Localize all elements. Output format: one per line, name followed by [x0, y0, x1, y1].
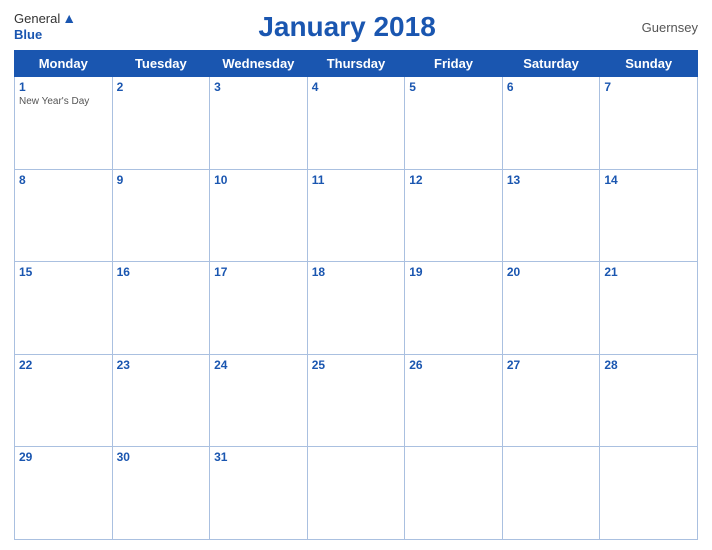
calendar-day-cell: 25 — [307, 354, 405, 447]
weekday-monday: Monday — [15, 51, 113, 77]
day-number: 7 — [604, 80, 693, 94]
calendar-week-row: 89 10 11 12 13 14 — [15, 169, 698, 262]
calendar-day-cell — [307, 447, 405, 540]
calendar-week-row: 1 New Year's Day 234567 — [15, 77, 698, 170]
calendar-week-row: 29 30 31 — [15, 447, 698, 540]
weekday-friday: Friday — [405, 51, 503, 77]
calendar-day-cell: 10 — [210, 169, 308, 262]
calendar-header-row: Monday Tuesday Wednesday Thursday Friday… — [15, 51, 698, 77]
region-label: Guernsey — [618, 20, 698, 35]
calendar-day-cell: 17 — [210, 262, 308, 355]
calendar-day-cell: 7 — [600, 77, 698, 170]
day-number: 22 — [19, 358, 108, 372]
day-number: 17 — [214, 265, 303, 279]
day-number: 24 — [214, 358, 303, 372]
calendar-day-cell: 8 — [15, 169, 113, 262]
day-number: 14 — [604, 173, 693, 187]
weekday-wednesday: Wednesday — [210, 51, 308, 77]
day-number: 28 — [604, 358, 693, 372]
calendar-day-cell — [502, 447, 600, 540]
day-number: 6 — [507, 80, 596, 94]
calendar-title: January 2018 — [76, 11, 618, 43]
calendar-day-cell: 12 — [405, 169, 503, 262]
day-number: 3 — [214, 80, 303, 94]
calendar-day-cell: 6 — [502, 77, 600, 170]
calendar-day-cell — [405, 447, 503, 540]
day-number: 12 — [409, 173, 498, 187]
logo-text: General ▲ — [14, 10, 76, 26]
day-number: 4 — [312, 80, 401, 94]
calendar-day-cell: 21 — [600, 262, 698, 355]
day-number: 26 — [409, 358, 498, 372]
day-number: 11 — [312, 173, 401, 187]
calendar-day-cell: 26 — [405, 354, 503, 447]
calendar-day-cell: 11 — [307, 169, 405, 262]
weekday-saturday: Saturday — [502, 51, 600, 77]
calendar-day-cell: 3 — [210, 77, 308, 170]
logo-blue: Blue — [14, 27, 42, 42]
day-number: 15 — [19, 265, 108, 279]
day-number: 16 — [117, 265, 206, 279]
calendar-header: General ▲ Blue January 2018 Guernsey — [14, 10, 698, 44]
calendar-week-row: 15 16 17 18 19 20 21 — [15, 262, 698, 355]
day-number: 31 — [214, 450, 303, 464]
calendar-day-cell: 15 — [15, 262, 113, 355]
weekday-tuesday: Tuesday — [112, 51, 210, 77]
calendar-day-cell: 22 — [15, 354, 113, 447]
day-event: New Year's Day — [19, 96, 108, 107]
calendar-day-cell: 4 — [307, 77, 405, 170]
day-number: 19 — [409, 265, 498, 279]
logo-blue-line: Blue — [14, 26, 42, 44]
weekday-row: Monday Tuesday Wednesday Thursday Friday… — [15, 51, 698, 77]
day-number: 13 — [507, 173, 596, 187]
day-number: 2 — [117, 80, 206, 94]
logo-general: General — [14, 11, 60, 26]
calendar-day-cell: 18 — [307, 262, 405, 355]
day-number: 8 — [19, 173, 108, 187]
calendar-day-cell: 20 — [502, 262, 600, 355]
calendar-day-cell: 5 — [405, 77, 503, 170]
day-number: 5 — [409, 80, 498, 94]
calendar-day-cell: 16 — [112, 262, 210, 355]
calendar-day-cell: 30 — [112, 447, 210, 540]
calendar-day-cell — [600, 447, 698, 540]
calendar-day-cell: 9 — [112, 169, 210, 262]
day-number: 18 — [312, 265, 401, 279]
day-number: 10 — [214, 173, 303, 187]
logo-area: General ▲ Blue — [14, 10, 76, 44]
calendar-page: General ▲ Blue January 2018 Guernsey Mon… — [0, 0, 712, 550]
calendar-week-row: 22 23 24 25 26 27 28 — [15, 354, 698, 447]
calendar-day-cell: 1 New Year's Day — [15, 77, 113, 170]
weekday-thursday: Thursday — [307, 51, 405, 77]
calendar-day-cell: 28 — [600, 354, 698, 447]
calendar-day-cell: 13 — [502, 169, 600, 262]
calendar-day-cell: 29 — [15, 447, 113, 540]
day-number: 27 — [507, 358, 596, 372]
calendar-body: 1New Year's Day2345678910111213141516171… — [15, 77, 698, 540]
calendar-day-cell: 31 — [210, 447, 308, 540]
day-number: 30 — [117, 450, 206, 464]
calendar-day-cell: 23 — [112, 354, 210, 447]
calendar-day-cell: 19 — [405, 262, 503, 355]
weekday-sunday: Sunday — [600, 51, 698, 77]
day-number: 1 — [19, 80, 108, 94]
calendar-table: Monday Tuesday Wednesday Thursday Friday… — [14, 50, 698, 540]
calendar-day-cell: 14 — [600, 169, 698, 262]
logo-icon: ▲ — [62, 10, 76, 26]
day-number: 9 — [117, 173, 206, 187]
day-number: 29 — [19, 450, 108, 464]
day-number: 20 — [507, 265, 596, 279]
calendar-day-cell: 2 — [112, 77, 210, 170]
day-number: 23 — [117, 358, 206, 372]
day-number: 21 — [604, 265, 693, 279]
calendar-day-cell: 27 — [502, 354, 600, 447]
calendar-day-cell: 24 — [210, 354, 308, 447]
day-number: 25 — [312, 358, 401, 372]
